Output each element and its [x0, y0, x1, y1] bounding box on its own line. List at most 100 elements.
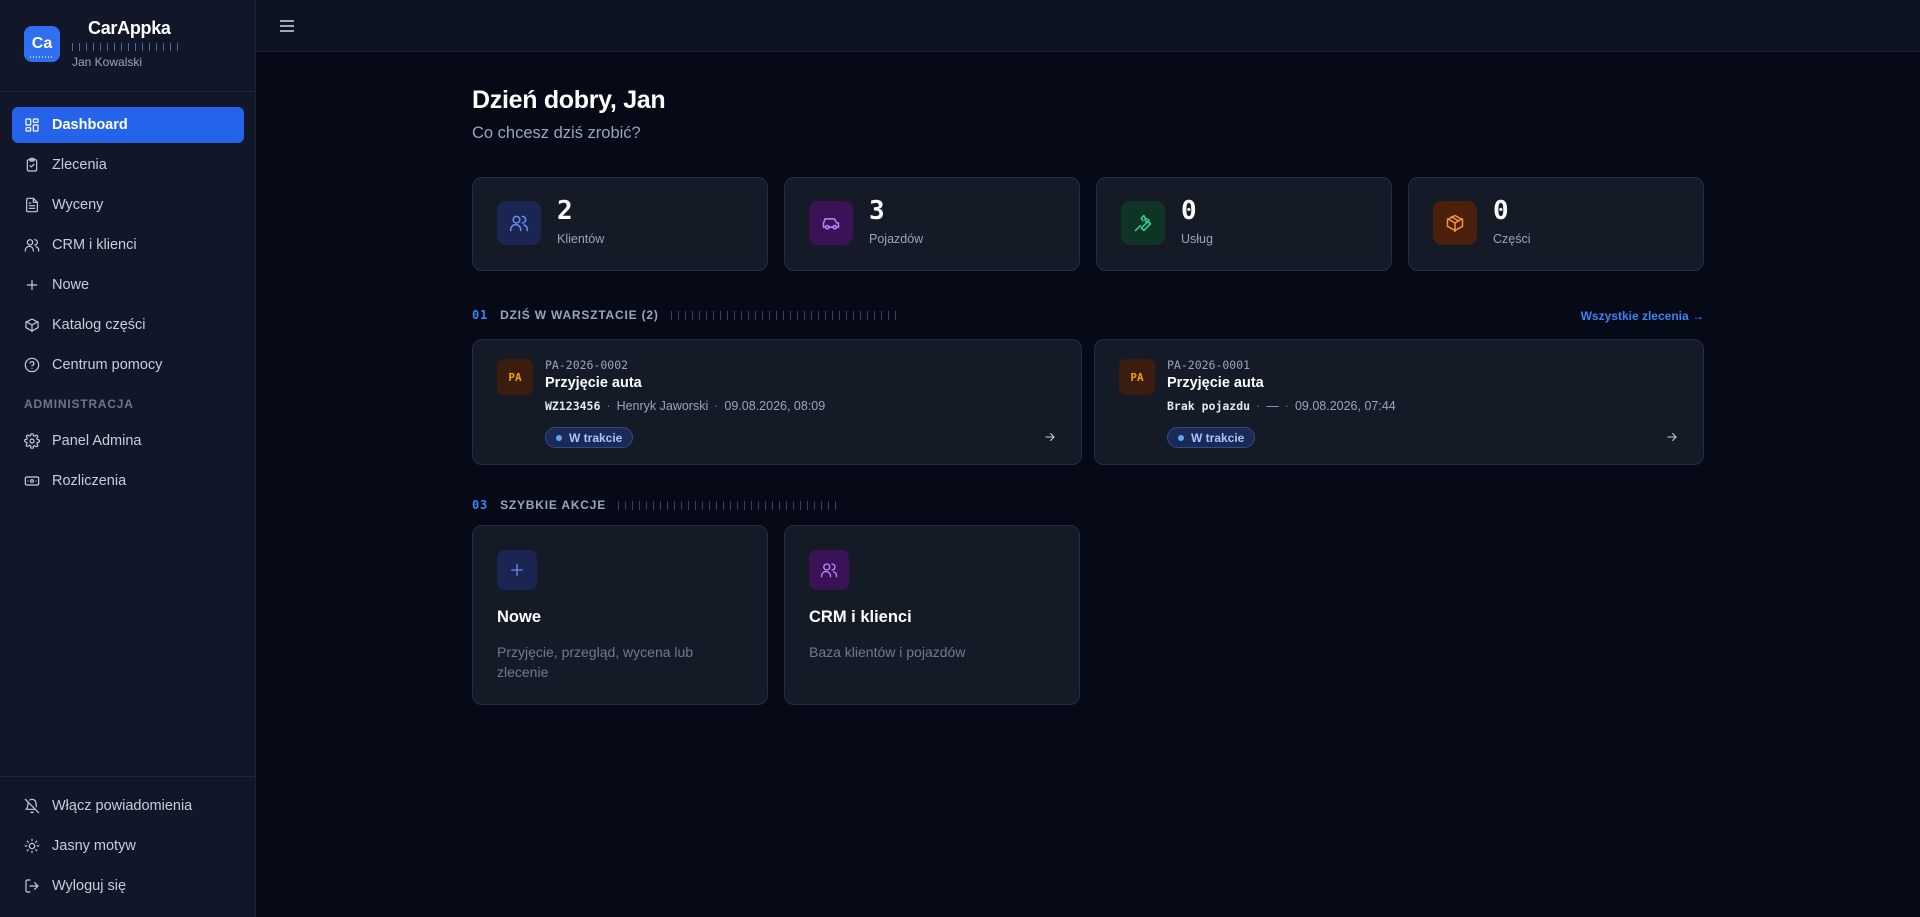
sidebar-item-label: Centrum pomocy: [52, 357, 163, 373]
action-icon-bg: [497, 550, 537, 590]
order-date: 09.08.2026, 07:44: [1294, 399, 1396, 413]
status-dot-icon: [556, 434, 562, 441]
help-circle-icon: [24, 357, 40, 373]
sidebar-item-label: Dashboard: [52, 117, 128, 133]
sidebar-item-nowe[interactable]: Nowe: [12, 267, 244, 303]
stat-label: Części: [1493, 232, 1531, 246]
order-meta: Brak pojazdu · — · 09.08.2026, 07:44: [1167, 399, 1396, 413]
brand-ticks: [72, 43, 182, 51]
hamburger-icon: [280, 20, 294, 32]
arrow-right-svg: [1045, 432, 1055, 442]
bell-off-icon: [24, 798, 40, 814]
sidebar-item-wyceny[interactable]: Wyceny: [12, 187, 244, 223]
sidebar-item-crm[interactable]: CRM i klienci: [12, 227, 244, 263]
action-description: Przyjęcie, przegląd, wycena lub zlecenie: [497, 644, 694, 680]
brand[interactable]: Ca CarAppka Jan Kowalski: [24, 18, 244, 76]
theme-toggle[interactable]: Jasny motyw: [12, 828, 244, 864]
order-card[interactable]: PA PA-2026-0002 Przyjęcie auta WZ123456 ·…: [472, 339, 1082, 465]
action-title: Nowe: [497, 608, 542, 626]
banknote-icon: [24, 476, 40, 486]
stat-card-czesci[interactable]: 0 Części: [1408, 177, 1704, 271]
meta-separator: ·: [714, 399, 719, 413]
section-ticks: [670, 310, 901, 320]
section-header-quick-actions: 03 SZYBKIE AKCJE: [472, 497, 841, 513]
sidebar-divider: [0, 91, 256, 92]
menu-toggle-button[interactable]: [278, 17, 296, 35]
package-icon: [1446, 214, 1464, 233]
meta-separator: ·: [606, 399, 611, 413]
order-id: PA-2026-0001: [1167, 358, 1251, 372]
page-title: Dzień dobry, Jan: [472, 86, 666, 114]
status-badge: W trakcie: [545, 427, 634, 448]
sidebar: Ca CarAppka Jan Kowalski Dashboard Zlece…: [0, 0, 256, 917]
order-type-badge: PA: [497, 359, 533, 395]
stat-value: 0: [1181, 196, 1197, 226]
meta-separator: ·: [1284, 399, 1289, 413]
sidebar-item-label: Włącz powiadomienia: [52, 798, 193, 814]
order-title: Przyjęcie auta: [545, 375, 642, 391]
arrow-right-icon[interactable]: [1043, 430, 1057, 444]
sidebar-bottom-divider: [0, 776, 256, 777]
order-card[interactable]: PA PA-2026-0001 Przyjęcie auta Brak poja…: [1094, 339, 1704, 465]
arrow-right-svg: [1667, 432, 1677, 442]
order-title: Przyjęcie auta: [1167, 375, 1264, 391]
logout-icon: [25, 879, 39, 893]
clipboard-check-icon: [26, 157, 38, 172]
sidebar-item-pomoc[interactable]: Centrum pomocy: [12, 347, 244, 383]
section-number: 03: [472, 498, 489, 512]
logout-button[interactable]: Wyloguj się: [12, 868, 244, 904]
sidebar-item-panel-admina[interactable]: Panel Admina: [12, 423, 244, 459]
order-meta: WZ123456 · Henryk Jaworski · 09.08.2026, 08:…: [545, 399, 825, 413]
sidebar-item-katalog[interactable]: Katalog części: [12, 307, 244, 343]
stat-label: Usług: [1181, 232, 1213, 246]
sidebar-bottom-nav: Włącz powiadomienia Jasny motyw Wyloguj …: [12, 788, 244, 908]
admin-section-label: ADMINISTRACJA: [24, 397, 134, 411]
wrench-icon: [1134, 214, 1152, 232]
users-icon: [820, 563, 838, 578]
status-badge: W trakcie: [1167, 427, 1256, 448]
document-icon: [26, 197, 38, 213]
section-title: SZYBKIE AKCJE: [500, 498, 607, 512]
stat-value: 2: [557, 196, 573, 226]
section-header-today: 01 DZIŚ W WARSZTACIE (2): [472, 307, 901, 323]
topbar: [256, 0, 1920, 52]
users-icon: [509, 215, 529, 232]
sidebar-item-label: Zlecenia: [52, 157, 107, 173]
sidebar-item-zlecenia[interactable]: Zlecenia: [12, 147, 244, 183]
sidebar-nav: Dashboard Zlecenia Wyceny CRM i klienci …: [12, 107, 244, 503]
logo-text: Ca: [31, 35, 53, 52]
order-date: 09.08.2026, 08:09: [724, 399, 826, 413]
users-icon: [24, 239, 40, 252]
section-number: 01: [472, 308, 489, 322]
stat-label: Klientów: [557, 232, 605, 246]
stat-icon-bg: [1433, 201, 1477, 245]
stat-icon-bg: [497, 201, 541, 245]
meta-separator: ·: [1256, 399, 1261, 413]
quick-action-crm[interactable]: CRM i klienci Baza klientów i pojazdów: [784, 525, 1080, 705]
stat-card-klienci[interactable]: 2 Klientów: [472, 177, 768, 271]
sidebar-item-rozliczenia[interactable]: Rozliczenia: [12, 463, 244, 499]
app-name: CarAppka: [88, 18, 171, 38]
action-description: Baza klientów i pojazdów: [809, 644, 966, 660]
gear-icon: [24, 433, 40, 449]
sidebar-item-dashboard[interactable]: Dashboard: [12, 107, 244, 143]
plus-icon: [511, 564, 523, 576]
page-subtitle: Co chcesz dziś zrobić?: [472, 124, 641, 142]
section-ticks: [618, 500, 841, 510]
stat-card-pojazdy[interactable]: 3 Pojazdów: [784, 177, 1080, 271]
order-type-badge: PA: [1119, 359, 1155, 395]
quick-action-nowe[interactable]: Nowe Przyjęcie, przegląd, wycena lub zle…: [472, 525, 768, 705]
stat-card-uslugi[interactable]: 0 Usług: [1096, 177, 1392, 271]
stat-value: 0: [1493, 196, 1509, 226]
stat-icon-bg: [809, 201, 853, 245]
section-title: DZIŚ W WARSZTACIE (2): [500, 308, 659, 322]
sidebar-item-label: Wyloguj się: [52, 878, 127, 894]
sidebar-item-label: Rozliczenia: [52, 473, 127, 489]
sidebar-item-label: Panel Admina: [52, 433, 142, 449]
plus-icon: [26, 279, 38, 291]
arrow-right-icon[interactable]: [1665, 430, 1679, 444]
stat-icon-bg: [1121, 201, 1165, 245]
status-label: W trakcie: [569, 430, 623, 445]
all-orders-link[interactable]: Wszystkie zlecenia →: [1581, 309, 1704, 323]
notifications-toggle[interactable]: Włącz powiadomienia: [12, 788, 244, 824]
